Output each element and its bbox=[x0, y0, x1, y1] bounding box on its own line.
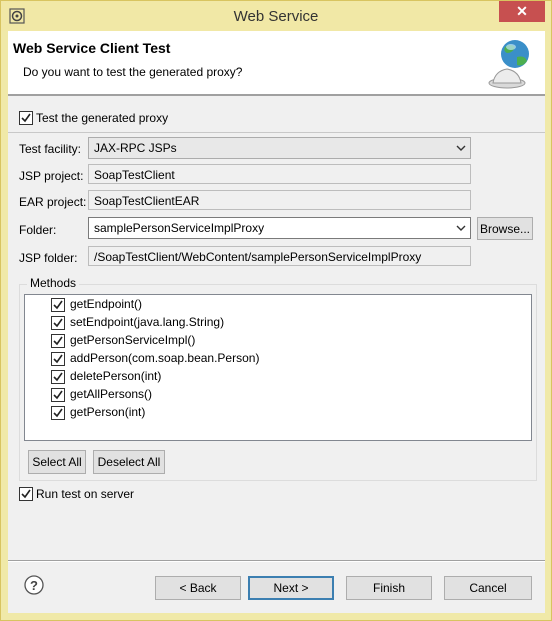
section-separator bbox=[8, 132, 545, 133]
methods-group: Methods getEndpoint() setEndpoint(java.l… bbox=[19, 276, 537, 481]
check-icon bbox=[53, 390, 63, 400]
check-icon bbox=[53, 354, 63, 364]
test-proxy-label: Test the generated proxy bbox=[36, 111, 169, 125]
footer-separator-highlight bbox=[8, 561, 545, 562]
ear-project-field[interactable]: SoapTestClientEAR bbox=[88, 190, 471, 210]
folder-combo[interactable]: samplePersonServiceImplProxy bbox=[88, 217, 471, 239]
svg-text:?: ? bbox=[30, 578, 38, 593]
method-label: getPersonServiceImpl() bbox=[70, 333, 196, 347]
check-icon bbox=[21, 489, 31, 499]
method-checkbox[interactable] bbox=[51, 406, 65, 420]
finish-button[interactable]: Finish bbox=[346, 576, 432, 600]
method-label: setEndpoint(java.lang.String) bbox=[70, 315, 225, 329]
jsp-project-field[interactable]: SoapTestClient bbox=[88, 164, 471, 184]
method-label: getAllPersons() bbox=[70, 387, 153, 401]
run-on-server-label: Run test on server bbox=[36, 487, 135, 501]
ear-project-label: EAR project: bbox=[19, 195, 87, 209]
check-icon bbox=[53, 318, 63, 328]
chevron-down-icon bbox=[456, 225, 466, 231]
test-proxy-checkbox[interactable] bbox=[19, 111, 33, 125]
help-icon[interactable]: ? bbox=[24, 575, 44, 595]
dialog-window: Web Service ✕ Web Service Client Test Do… bbox=[0, 0, 552, 621]
test-facility-value: JAX-RPC JSPs bbox=[94, 141, 177, 155]
jsp-project-label: JSP project: bbox=[19, 169, 84, 183]
header-separator bbox=[8, 95, 545, 96]
back-button[interactable]: < Back bbox=[155, 576, 241, 600]
method-label: getEndpoint() bbox=[70, 297, 143, 311]
window-title: Web Service bbox=[233, 8, 319, 25]
check-icon bbox=[21, 113, 31, 123]
check-icon bbox=[53, 336, 63, 346]
globe-service-icon bbox=[488, 40, 529, 89]
wizard-header: Web Service Client Test Do you want to t… bbox=[8, 31, 545, 95]
title-bar: Web Service ✕ bbox=[1, 1, 551, 31]
jsp-folder-label: JSP folder: bbox=[19, 251, 78, 265]
method-checkbox[interactable] bbox=[51, 352, 65, 366]
chevron-down-icon bbox=[456, 145, 466, 151]
check-icon bbox=[53, 408, 63, 418]
method-checkbox[interactable] bbox=[51, 334, 65, 348]
method-label: deletePerson(int) bbox=[70, 369, 162, 383]
page-subtitle: Do you want to test the generated proxy? bbox=[23, 65, 243, 79]
folder-label: Folder: bbox=[19, 223, 57, 237]
method-label: getPerson(int) bbox=[70, 405, 146, 419]
method-checkbox[interactable] bbox=[51, 370, 65, 384]
deselect-all-button[interactable]: Deselect All bbox=[93, 450, 165, 474]
methods-group-label: Methods bbox=[27, 276, 80, 290]
check-icon bbox=[53, 372, 63, 382]
test-facility-select[interactable]: JAX-RPC JSPs bbox=[88, 137, 471, 159]
run-on-server-checkbox[interactable] bbox=[19, 487, 33, 501]
method-checkbox[interactable] bbox=[51, 298, 65, 312]
dialog-content: Web Service Client Test Do you want to t… bbox=[8, 31, 545, 613]
methods-list[interactable]: getEndpoint() setEndpoint(java.lang.Stri… bbox=[24, 294, 532, 441]
browse-button[interactable]: Browse... bbox=[477, 217, 533, 240]
check-icon bbox=[53, 300, 63, 310]
method-checkbox[interactable] bbox=[51, 316, 65, 330]
method-checkbox[interactable] bbox=[51, 388, 65, 402]
select-all-button[interactable]: Select All bbox=[28, 450, 86, 474]
close-button[interactable]: ✕ bbox=[499, 1, 545, 22]
jsp-folder-field[interactable]: /SoapTestClient/WebContent/samplePersonS… bbox=[88, 246, 471, 266]
next-button[interactable]: Next > bbox=[248, 576, 334, 600]
method-label: addPerson(com.soap.bean.Person) bbox=[70, 351, 260, 365]
page-title: Web Service Client Test bbox=[13, 40, 171, 56]
cancel-button[interactable]: Cancel bbox=[444, 576, 532, 600]
folder-value: samplePersonServiceImplProxy bbox=[94, 221, 265, 235]
test-facility-label: Test facility: bbox=[19, 142, 82, 156]
